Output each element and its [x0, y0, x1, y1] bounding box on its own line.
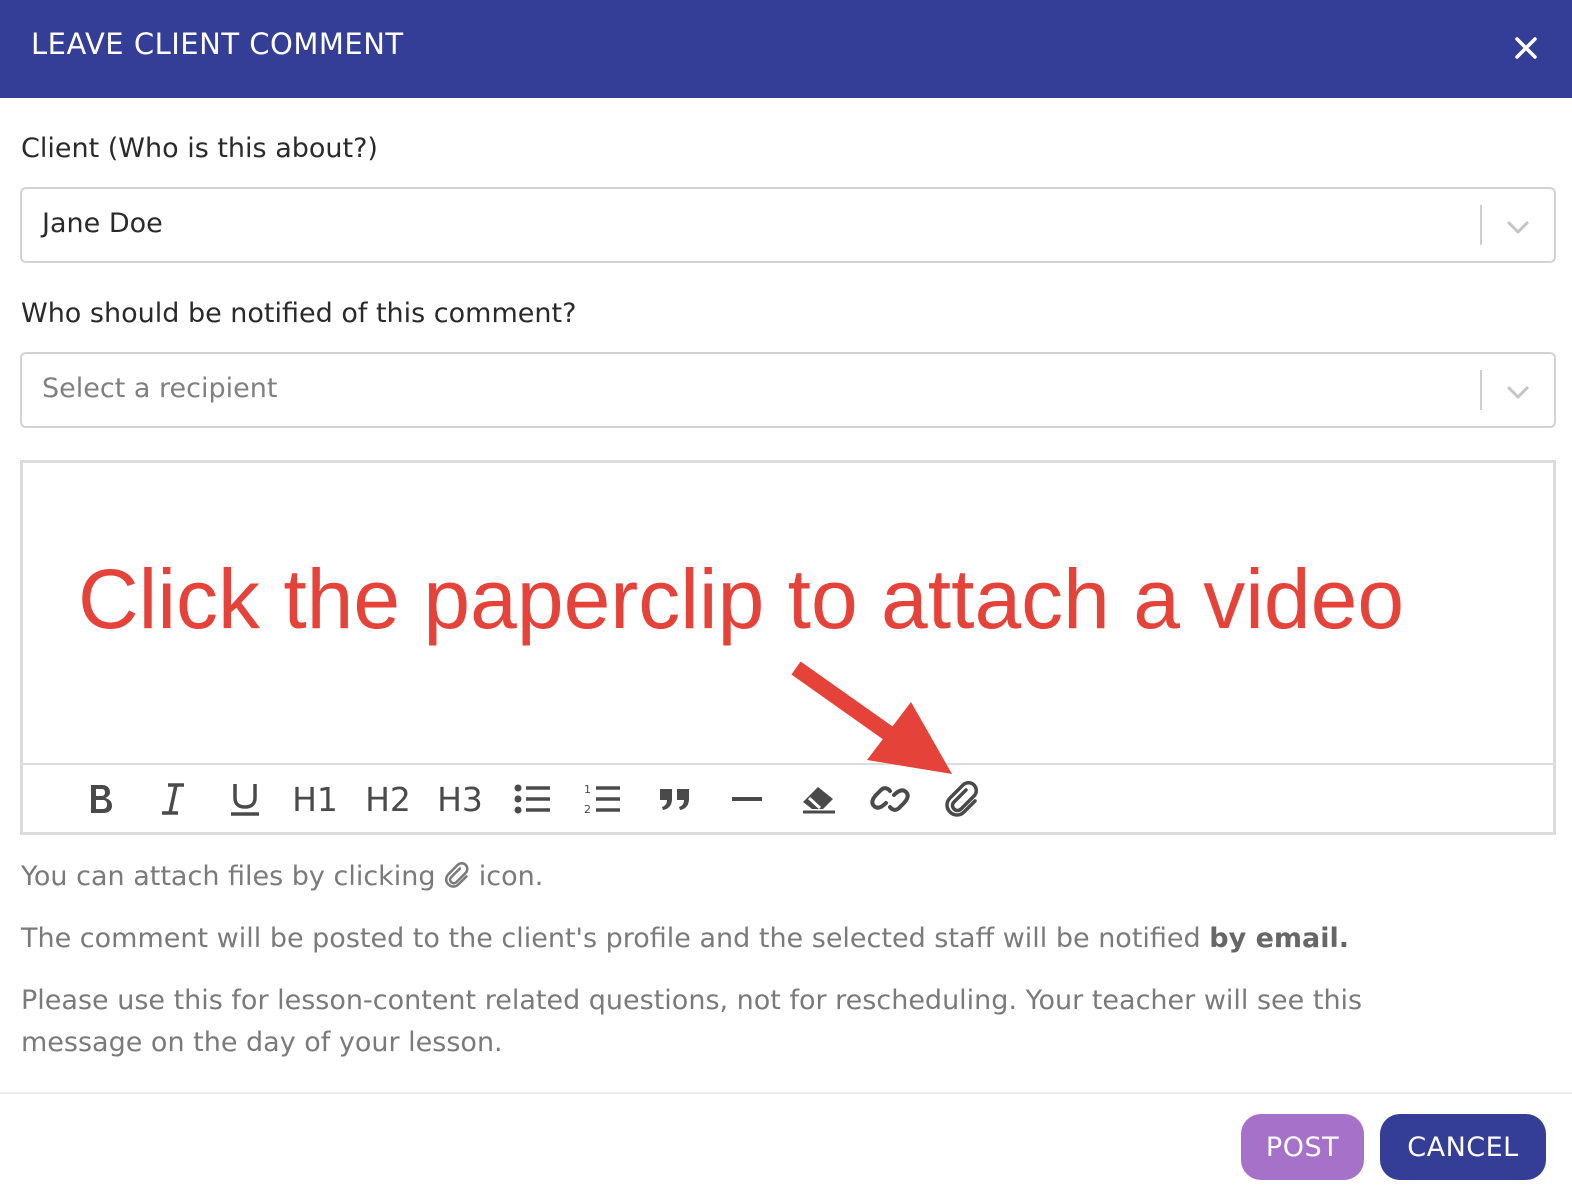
posted-help-main: The comment will be posted to the client… — [21, 923, 1201, 954]
annotation-text: Click the paperclip to attach a video — [78, 552, 1405, 646]
attach-file-button[interactable] — [939, 777, 985, 821]
clear-formatting-button[interactable] — [797, 777, 841, 821]
bold-icon — [91, 785, 112, 813]
bullet-list-button[interactable] — [511, 777, 555, 821]
paperclip-icon — [445, 862, 469, 888]
quote-button[interactable] — [653, 777, 697, 821]
underline-icon — [231, 784, 259, 816]
bold-button[interactable] — [79, 777, 123, 821]
svg-text:1: 1 — [584, 783, 591, 796]
select-separator — [1480, 205, 1482, 245]
post-button[interactable]: POST — [1241, 1114, 1364, 1180]
close-icon — [1515, 37, 1537, 59]
attach-help-after: icon. — [478, 861, 544, 892]
usage-help-text: Please use this for lesson-content relat… — [21, 985, 1363, 1058]
footer-divider — [0, 1092, 1572, 1094]
notify-label: Who should be notified of this comment? — [21, 298, 577, 329]
select-separator — [1480, 370, 1482, 410]
underline-button[interactable] — [223, 777, 267, 821]
comment-text-area[interactable]: Click the paperclip to attach a video — [23, 463, 1553, 763]
comment-editor: Click the paperclip to attach a video H1… — [20, 460, 1556, 835]
numbered-list-icon: 1 2 — [584, 783, 620, 816]
posted-help-text: The comment will be posted to the client… — [21, 918, 1349, 960]
attach-help-text: You can attach files by clicking icon. — [21, 856, 543, 898]
quote-icon — [660, 789, 689, 810]
chevron-down-icon[interactable] — [1504, 213, 1532, 241]
editor-toolbar: H1 H2 H3 1 2 — [23, 763, 1553, 833]
h3-button[interactable]: H3 — [435, 777, 485, 821]
svg-text:2: 2 — [584, 803, 591, 816]
italic-button[interactable] — [151, 777, 195, 821]
numbered-list-button[interactable]: 1 2 — [581, 777, 625, 821]
posted-help-bold: by email. — [1209, 923, 1350, 954]
italic-icon — [162, 783, 184, 815]
bullet-list-icon — [514, 784, 550, 814]
client-label: Client (Who is this about?) — [21, 133, 378, 164]
close-button[interactable] — [1506, 28, 1546, 68]
paperclip-icon — [945, 781, 978, 817]
dialog-title: LEAVE CLIENT COMMENT — [31, 27, 404, 61]
horizontal-rule-icon — [732, 797, 762, 801]
horizontal-rule-button[interactable] — [725, 777, 769, 821]
dialog-header: LEAVE CLIENT COMMENT — [0, 0, 1572, 98]
attach-help-before: You can attach files by clicking — [21, 861, 436, 892]
link-button[interactable] — [867, 777, 913, 821]
h2-button[interactable]: H2 — [363, 777, 413, 821]
recipient-select[interactable]: Select a recipient — [20, 352, 1556, 428]
link-icon — [870, 786, 910, 812]
eraser-icon — [803, 787, 835, 814]
h1-button[interactable]: H1 — [292, 777, 338, 821]
client-select[interactable]: Jane Doe — [20, 187, 1556, 263]
client-select-value: Jane Doe — [42, 208, 163, 239]
recipient-placeholder: Select a recipient — [42, 373, 278, 404]
chevron-down-icon[interactable] — [1504, 378, 1532, 406]
cancel-button[interactable]: CANCEL — [1380, 1114, 1546, 1180]
